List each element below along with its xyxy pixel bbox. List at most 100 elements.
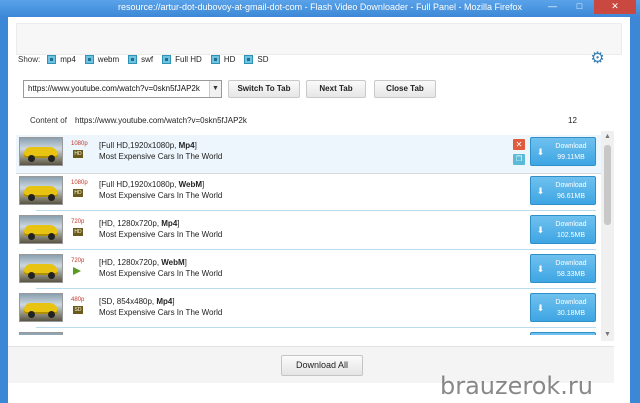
list-item bbox=[16, 330, 614, 335]
next-tab-button[interactable]: Next Tab bbox=[306, 80, 366, 98]
filter-mp4[interactable]: mp4 bbox=[47, 54, 76, 64]
item-title: Most Expensive Cars In The World bbox=[99, 152, 223, 161]
maximize-button[interactable]: □ bbox=[567, 0, 592, 14]
download-button[interactable]: ⬇ Download 58.33MB bbox=[530, 254, 596, 283]
row-divider bbox=[36, 249, 596, 250]
checkbox-icon[interactable] bbox=[244, 54, 254, 64]
download-button[interactable]: ⬇ Download 96.61MB bbox=[530, 176, 596, 205]
video-thumbnail bbox=[19, 176, 63, 205]
item-title: Most Expensive Cars In The World bbox=[99, 230, 223, 239]
filter-swf[interactable]: swf bbox=[128, 54, 154, 64]
download-label: Download bbox=[555, 221, 587, 228]
tab-url-select[interactable]: https://www.youtube.com/watch?v=0skn5fJA… bbox=[23, 80, 222, 98]
resolution-badge: 720p bbox=[71, 258, 85, 264]
url-select-value: https://www.youtube.com/watch?v=0skn5fJA… bbox=[28, 84, 200, 93]
download-icon: ⬇ bbox=[536, 147, 545, 157]
hd-icon: HD bbox=[73, 189, 83, 197]
download-size: 102.5MB bbox=[556, 232, 586, 239]
video-thumbnail bbox=[19, 293, 63, 322]
minimize-button[interactable]: — bbox=[540, 0, 565, 14]
download-size: 58.33MB bbox=[556, 271, 586, 278]
video-thumbnail bbox=[19, 137, 63, 166]
filter-hd[interactable]: HD bbox=[210, 54, 236, 64]
remove-icon[interactable]: ✕ bbox=[513, 139, 525, 150]
play-icon bbox=[73, 267, 81, 275]
download-size: 99.11MB bbox=[557, 154, 585, 161]
filter-full-hd[interactable]: Full HD bbox=[162, 54, 202, 64]
download-label: Download bbox=[555, 299, 587, 306]
filter-sd[interactable]: SD bbox=[244, 54, 269, 64]
resolution-badge: 1080p bbox=[71, 141, 88, 147]
filter-label: webm bbox=[97, 54, 120, 64]
download-label: Download bbox=[555, 182, 587, 189]
item-quality: [Full HD,1920x1080p, WebM] bbox=[99, 180, 205, 189]
download-button[interactable]: ⬇ Download 30.18MB bbox=[530, 293, 596, 322]
download-button[interactable]: ⬇ Download 99.11MB bbox=[530, 137, 596, 166]
download-label: Download bbox=[555, 260, 587, 267]
scroll-down-icon[interactable]: ▼ bbox=[601, 329, 614, 341]
resolution-badge: 1080p bbox=[71, 180, 88, 186]
list-item: 1080p HD [Full HD,1920x1080p, WebM] Most… bbox=[16, 174, 614, 213]
download-button[interactable]: ⬇ Download 102.5MB bbox=[530, 215, 596, 244]
content-url: https://www.youtube.com/watch?v=0skn5fJA… bbox=[75, 116, 247, 125]
item-quality: [Full HD,1920x1080p, Mp4] bbox=[99, 141, 197, 150]
show-filters: Show: mp4 webm swf Full HD HD SD bbox=[18, 53, 278, 65]
list-item: 720p [HD, 1280x720p, WebM] Most Expensiv… bbox=[16, 252, 614, 291]
panel-header-bar bbox=[16, 23, 622, 55]
item-title: Most Expensive Cars In The World bbox=[99, 308, 223, 317]
download-icon: ⬇ bbox=[536, 186, 545, 196]
download-size: 30.18MB bbox=[556, 310, 586, 317]
item-quality: [SD, 854x480p, Mp4] bbox=[99, 297, 175, 306]
download-size: 96.61MB bbox=[556, 193, 586, 200]
content-info: Content of https://www.youtube.com/watch… bbox=[30, 116, 580, 126]
close-tab-button[interactable]: Close Tab bbox=[374, 80, 436, 98]
video-list: 1080p HD [Full HD,1920x1080p, Mp4] Most … bbox=[16, 135, 614, 335]
window-frame-left bbox=[0, 17, 8, 403]
video-thumbnail bbox=[19, 215, 63, 244]
download-all-button[interactable]: Download All bbox=[281, 355, 363, 376]
show-label: Show: bbox=[18, 54, 41, 64]
scroll-up-icon[interactable]: ▲ bbox=[601, 131, 614, 143]
content-count: 12 bbox=[568, 116, 577, 125]
filter-label: swf bbox=[141, 54, 154, 64]
list-scrollbar[interactable]: ▲ ▼ bbox=[601, 131, 614, 341]
scroll-thumb[interactable] bbox=[604, 145, 611, 225]
gear-icon[interactable]: ⚙ bbox=[590, 51, 605, 67]
filter-label: mp4 bbox=[60, 54, 76, 64]
checkbox-icon[interactable] bbox=[162, 54, 172, 64]
list-item: 720p HD [HD, 1280x720p, Mp4] Most Expens… bbox=[16, 213, 614, 252]
resolution-badge: 480p bbox=[71, 297, 85, 303]
chevron-down-icon[interactable]: ▼ bbox=[209, 81, 221, 97]
item-title: Most Expensive Cars In The World bbox=[99, 191, 223, 200]
row-divider bbox=[36, 288, 596, 289]
hd-icon: HD bbox=[73, 228, 83, 236]
sd-icon: SD bbox=[73, 306, 83, 314]
resolution-badge: 720p bbox=[71, 219, 85, 225]
filter-label: Full HD bbox=[175, 54, 202, 64]
hd-icon: HD bbox=[73, 150, 83, 158]
download-icon: ⬇ bbox=[536, 264, 545, 274]
checkbox-icon[interactable] bbox=[47, 54, 57, 64]
window-close-button[interactable]: ✕ bbox=[594, 0, 636, 14]
filter-webm[interactable]: webm bbox=[84, 54, 120, 64]
window-title: resource://artur-dot-dubovoy-at-gmail-do… bbox=[118, 2, 522, 12]
copy-icon[interactable]: ❐ bbox=[513, 154, 525, 165]
checkbox-icon[interactable] bbox=[84, 54, 94, 64]
item-title: Most Expensive Cars In The World bbox=[99, 269, 223, 278]
download-label: Download bbox=[555, 143, 587, 150]
switch-to-tab-button[interactable]: Switch To Tab bbox=[228, 80, 300, 98]
filter-label: SD bbox=[257, 54, 269, 64]
list-item: 480p SD [SD, 854x480p, Mp4] Most Expensi… bbox=[16, 291, 614, 330]
filter-label: HD bbox=[223, 54, 236, 64]
window-titlebar: resource://artur-dot-dubovoy-at-gmail-do… bbox=[0, 0, 640, 17]
item-quality: [HD, 1280x720p, WebM] bbox=[99, 258, 187, 267]
row-divider bbox=[36, 210, 596, 211]
row-divider bbox=[36, 327, 596, 328]
checkbox-icon[interactable] bbox=[210, 54, 220, 64]
checkbox-icon[interactable] bbox=[128, 54, 138, 64]
video-thumbnail bbox=[19, 332, 63, 335]
item-quality: [HD, 1280x720p, Mp4] bbox=[99, 219, 180, 228]
download-button[interactable] bbox=[530, 332, 596, 335]
download-icon: ⬇ bbox=[536, 303, 545, 313]
watermark-text: brauzerok.ru bbox=[440, 372, 594, 400]
